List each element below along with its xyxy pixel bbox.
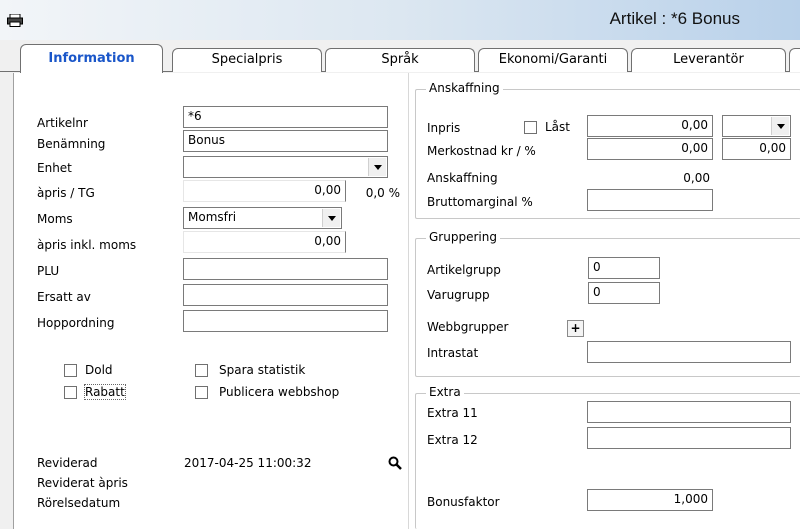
spara-statistik-checkbox[interactable] bbox=[195, 364, 208, 377]
main-panel: Artikelnr *6 Benämning Bonus Enhet àpris… bbox=[13, 73, 800, 529]
hoppordning-field[interactable] bbox=[183, 310, 388, 332]
plu-field[interactable] bbox=[183, 258, 388, 280]
bruttomarginal-label: Bruttomarginal % bbox=[427, 195, 533, 209]
inpris-label: Inpris bbox=[427, 121, 461, 135]
rabatt-checkbox[interactable] bbox=[64, 386, 77, 399]
extra11-label: Extra 11 bbox=[427, 406, 478, 420]
intrastat-label: Intrastat bbox=[427, 346, 479, 360]
enhet-dropdown[interactable] bbox=[183, 156, 388, 178]
tab-sprak[interactable]: Språk bbox=[325, 48, 475, 72]
ersatt-field[interactable] bbox=[183, 284, 388, 306]
bonusfaktor-label: Bonusfaktor bbox=[427, 495, 500, 509]
add-webbgrupp-button[interactable]: + bbox=[567, 320, 584, 337]
tab-specialpris[interactable]: Specialpris bbox=[172, 48, 322, 72]
extra12-label: Extra 12 bbox=[427, 433, 478, 447]
tab-overflow[interactable] bbox=[789, 48, 800, 72]
ersatt-label: Ersatt av bbox=[37, 290, 91, 304]
magnifier-icon[interactable] bbox=[388, 456, 402, 470]
reviderad-value: 2017-04-25 11:00:32 bbox=[184, 456, 312, 470]
plu-label: PLU bbox=[37, 264, 60, 278]
printer-icon bbox=[7, 14, 23, 27]
extra12-field[interactable] bbox=[587, 427, 791, 449]
reviderat-apris-label: Reviderat àpris bbox=[37, 476, 128, 490]
publicera-checkbox[interactable] bbox=[195, 386, 208, 399]
intrastat-field[interactable] bbox=[587, 341, 791, 363]
tab-specialpris-label: Specialpris bbox=[211, 52, 283, 67]
varugrupp-field[interactable]: 0 bbox=[588, 282, 660, 304]
tab-leverantor-label: Leverantör bbox=[673, 52, 744, 67]
artikelgrupp-label: Artikelgrupp bbox=[427, 263, 501, 277]
window-title: Artikel : *6 Bonus bbox=[609, 9, 740, 28]
merkostnad-pct-field[interactable]: 0,00 bbox=[722, 138, 791, 160]
apris-inkl-label: àpris inkl. moms bbox=[37, 238, 137, 252]
spara-statistik-label: Spara statistik bbox=[219, 363, 306, 377]
benamning-field[interactable]: Bonus bbox=[183, 130, 388, 152]
merkostnad-kr-field[interactable]: 0,00 bbox=[587, 138, 713, 160]
apris-tg-label: àpris / TG bbox=[37, 186, 95, 200]
merkostnad-label: Merkostnad kr / % bbox=[427, 144, 536, 158]
extra11-field[interactable] bbox=[587, 401, 791, 423]
reviderad-label: Reviderad bbox=[37, 456, 98, 470]
dold-checkbox[interactable] bbox=[64, 364, 77, 377]
benamning-label: Benämning bbox=[37, 137, 106, 151]
enhet-label: Enhet bbox=[37, 161, 72, 175]
tab-leverantor[interactable]: Leverantör bbox=[631, 48, 786, 72]
inpris-field[interactable]: 0,00 bbox=[587, 115, 713, 137]
currency-dropdown[interactable] bbox=[722, 115, 791, 137]
chevron-down-icon[interactable] bbox=[771, 117, 789, 135]
rorelsedatum-label: Rörelsedatum bbox=[37, 496, 121, 510]
hoppordning-label: Hoppordning bbox=[37, 316, 115, 330]
extra-title: Extra bbox=[426, 385, 464, 399]
last-label: Låst bbox=[545, 120, 570, 134]
anskaffning-value: 0,00 bbox=[683, 171, 710, 185]
moms-label: Moms bbox=[37, 212, 73, 226]
title-bar: Artikel : *6 Bonus bbox=[0, 0, 800, 40]
artikelnr-label: Artikelnr bbox=[37, 116, 88, 130]
tab-information[interactable]: Information bbox=[20, 44, 163, 73]
tab-ekonomi-label: Ekonomi/Garanti bbox=[498, 52, 608, 67]
moms-dropdown[interactable]: Momsfri bbox=[183, 207, 342, 229]
chevron-down-icon[interactable] bbox=[368, 158, 386, 176]
tab-ekonomi-garanti[interactable]: Ekonomi/Garanti bbox=[478, 48, 628, 72]
bonusfaktor-field[interactable]: 1,000 bbox=[587, 489, 713, 511]
anskaffning-title: Anskaffning bbox=[426, 81, 503, 95]
dold-label: Dold bbox=[85, 363, 113, 377]
publicera-label: Publicera webbshop bbox=[219, 385, 340, 399]
apris-inkl-field[interactable]: 0,00 bbox=[183, 231, 346, 253]
moms-value: Momsfri bbox=[188, 210, 237, 224]
bruttomarginal-field[interactable] bbox=[587, 189, 713, 211]
tab-information-label: Information bbox=[48, 51, 135, 66]
gruppering-title: Gruppering bbox=[426, 230, 500, 244]
anskaffning-label: Anskaffning bbox=[427, 171, 498, 185]
rabatt-label: Rabatt bbox=[84, 384, 126, 400]
artikelnr-field[interactable]: *6 bbox=[183, 106, 388, 128]
column-divider bbox=[408, 73, 409, 529]
tg-value: 0,0 % bbox=[365, 186, 400, 200]
webbgrupper-label: Webbgrupper bbox=[427, 320, 509, 334]
last-checkbox[interactable] bbox=[524, 121, 537, 134]
apris-field[interactable]: 0,00 bbox=[183, 180, 346, 202]
artikelgrupp-field[interactable]: 0 bbox=[588, 257, 660, 279]
chevron-down-icon[interactable] bbox=[322, 209, 340, 227]
varugrupp-label: Varugrupp bbox=[427, 288, 490, 302]
tab-sprak-label: Språk bbox=[381, 52, 419, 67]
